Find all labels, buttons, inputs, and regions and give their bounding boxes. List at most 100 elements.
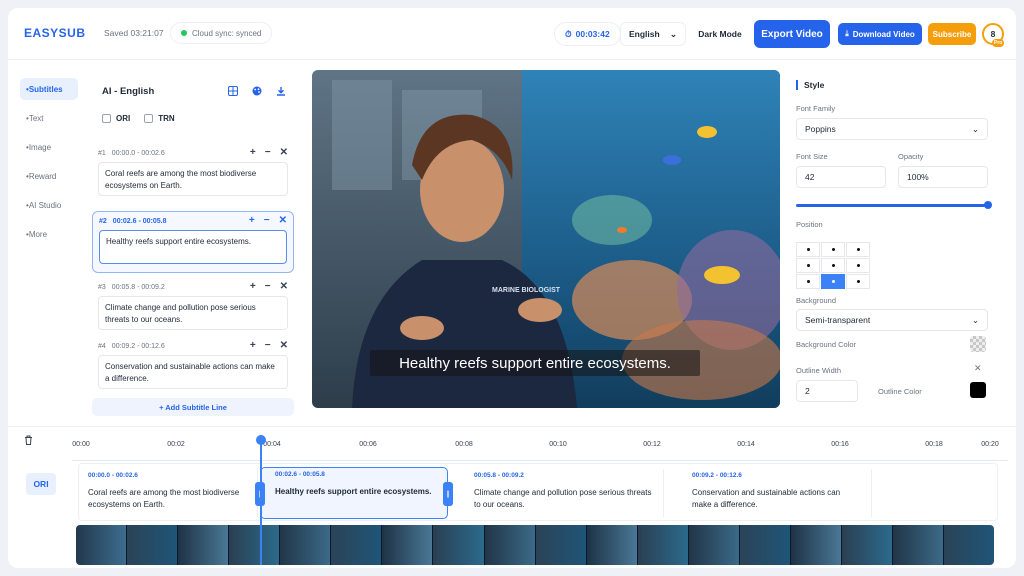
trn-checkbox[interactable]: TRN [144, 114, 175, 123]
close-icon[interactable]: ✕ [280, 147, 288, 158]
download-icon[interactable] [272, 82, 290, 100]
outline-width-value: 2 [805, 386, 810, 396]
timeline-segment-active[interactable]: 00:02.6 - 00:05.8 Healthy reefs support … [255, 467, 453, 519]
checkbox-icon [144, 114, 154, 123]
nav-item-image[interactable]: • Image [20, 136, 78, 158]
slider-knob[interactable] [984, 201, 992, 209]
sync-dot-icon [181, 30, 187, 36]
opacity-value: 100% [907, 172, 929, 182]
outline-width-input[interactable]: 2 [796, 380, 858, 402]
nav-item-reward[interactable]: • Reward [20, 165, 78, 187]
segment-time: 00:05.8 - 00:09.2 [474, 472, 524, 479]
nav-item-subtitles[interactable]: • Subtitles [20, 78, 78, 100]
position-top-right[interactable] [846, 242, 870, 257]
dark-mode-button[interactable]: Dark Mode [692, 22, 748, 46]
position-middle-center[interactable] [821, 258, 845, 273]
timeline-segment[interactable]: 00:00.0 - 00:02.6 Coral reefs are among … [78, 469, 258, 517]
video-caption: Healthy reefs support entire ecosystems. [370, 350, 700, 376]
close-icon[interactable]: ✕ [279, 215, 287, 226]
subtitle-card-header: #3 00:05.8 - 00:09.2 + − ✕ [92, 278, 294, 296]
minus-icon[interactable]: − [265, 281, 271, 292]
add-subtitle-line-button[interactable]: + Add Subtitle Line [92, 398, 294, 416]
background-select[interactable]: Semi-transparent ⌄ [796, 309, 988, 331]
film-frame [280, 525, 332, 565]
opacity-slider[interactable] [796, 201, 992, 209]
playhead-knob[interactable] [256, 435, 266, 445]
track-checkboxes: ORI TRN [102, 114, 175, 123]
subtitle-card-header: #2 00:02.6 - 00:05.8 + − ✕ [93, 212, 293, 230]
palette-icon[interactable] [248, 82, 266, 100]
tick-label: 00:14 [737, 441, 755, 448]
timeline-segment[interactable]: 00:09.2 - 00:12.6 Conservation and susta… [682, 469, 872, 517]
subtitle-card-header: #1 00:00.0 - 00:02.6 + − ✕ [92, 144, 294, 162]
subtitle-card[interactable]: #4 00:09.2 - 00:12.6 + − ✕ Conservation an… [92, 337, 294, 389]
nav-item-ai-studio[interactable]: • AI Studio [20, 194, 78, 216]
add-icon[interactable]: + [250, 147, 256, 158]
playhead[interactable] [256, 435, 266, 565]
nav-label: Image [28, 142, 52, 152]
trash-icon[interactable] [24, 435, 33, 448]
add-icon[interactable]: + [249, 215, 255, 226]
font-size-input[interactable]: 42 [796, 166, 886, 188]
position-bottom-center[interactable] [821, 274, 845, 289]
close-icon[interactable]: ✕ [280, 281, 288, 292]
subscribe-button[interactable]: Subscribe [928, 23, 976, 45]
language-select[interactable]: English ⌄ [620, 22, 686, 46]
film-frame [688, 525, 740, 565]
minus-icon[interactable]: − [265, 147, 271, 158]
close-icon[interactable]: ✕ [280, 340, 288, 351]
nav-item-text[interactable]: • Text [20, 107, 78, 129]
subtitle-card[interactable]: #1 00:00.0 - 00:02.6 + − ✕ Coral reefs are… [92, 144, 294, 196]
timer: ⏱ 00:03:42 [554, 22, 621, 46]
opacity-input[interactable]: 100% [898, 166, 988, 188]
film-frame [944, 525, 994, 565]
subtitle-number: #1 [98, 149, 106, 157]
position-bottom-left[interactable] [796, 274, 820, 289]
nav-item-more[interactable]: • More [20, 223, 78, 245]
saved-status: Saved 03:21:07 [104, 28, 164, 38]
add-icon[interactable]: + [250, 281, 256, 292]
subtitle-text[interactable]: Climate change and pollution pose seriou… [98, 296, 288, 330]
drag-handle-right[interactable]: ∥ [443, 482, 453, 506]
subtitle-text[interactable]: Conservation and sustainable actions can… [98, 355, 288, 389]
position-middle-right[interactable] [846, 258, 870, 273]
position-top-left[interactable] [796, 242, 820, 257]
timeline: 00:00 00:02 00:04 00:06 00:08 00:10 00:1… [8, 426, 1016, 568]
language-value: English [629, 29, 660, 39]
subtitle-card-active[interactable]: #2 00:02.6 - 00:05.8 + − ✕ Healthy reefs s… [92, 211, 294, 273]
subtitle-time: 00:09.2 - 00:12.6 [111, 342, 165, 350]
font-family-select[interactable]: Poppins ⌄ [796, 118, 988, 140]
timeline-segment[interactable]: 00:05.8 - 00:09.2 Climate change and pol… [464, 469, 664, 517]
subtitle-text[interactable]: Coral reefs are among the most biodivers… [98, 162, 288, 196]
add-icon[interactable]: + [250, 340, 256, 351]
tick-label: 00:16 [831, 441, 849, 448]
subtitle-card[interactable]: #3 00:05.8 - 00:09.2 + − ✕ Climate change … [92, 278, 294, 330]
tick-label: 00:06 [359, 441, 377, 448]
minus-icon[interactable]: − [264, 215, 270, 226]
position-bottom-right[interactable] [846, 274, 870, 289]
time-ruler[interactable]: 00:00 00:02 00:04 00:06 00:08 00:10 00:1… [72, 441, 1008, 455]
opacity-label: Opacity [898, 152, 924, 161]
video-filmstrip[interactable] [76, 525, 994, 565]
position-top-center[interactable] [821, 242, 845, 257]
video-preview[interactable]: MARINE BIOLOGIST Healthy reefs support e… [312, 70, 780, 408]
pro-badge: Pro [992, 39, 1005, 47]
position-middle-left[interactable] [796, 258, 820, 273]
download-video-button[interactable]: ⤓ Download Video [838, 23, 922, 45]
font-size-value: 42 [805, 172, 815, 182]
background-color-swatch[interactable] [970, 336, 986, 352]
subtitle-number: #3 [98, 283, 106, 291]
close-icon[interactable]: ✕ [974, 363, 982, 374]
grid-icon[interactable] [224, 82, 242, 100]
film-frame [841, 525, 893, 565]
minus-icon[interactable]: − [265, 340, 271, 351]
subtitle-text-editor[interactable]: Healthy reefs support entire ecosystems. [99, 230, 287, 264]
export-video-button[interactable]: Export Video [754, 20, 830, 48]
track-label-ori[interactable]: ORI [26, 473, 56, 495]
nav-label: Text [28, 113, 44, 123]
segment-text: Conservation and sustainable actions can… [692, 488, 841, 509]
outline-color-swatch[interactable] [970, 382, 986, 398]
tick-label: 00:20 [981, 441, 999, 448]
ori-checkbox[interactable]: ORI [102, 114, 130, 123]
film-frame [739, 525, 791, 565]
